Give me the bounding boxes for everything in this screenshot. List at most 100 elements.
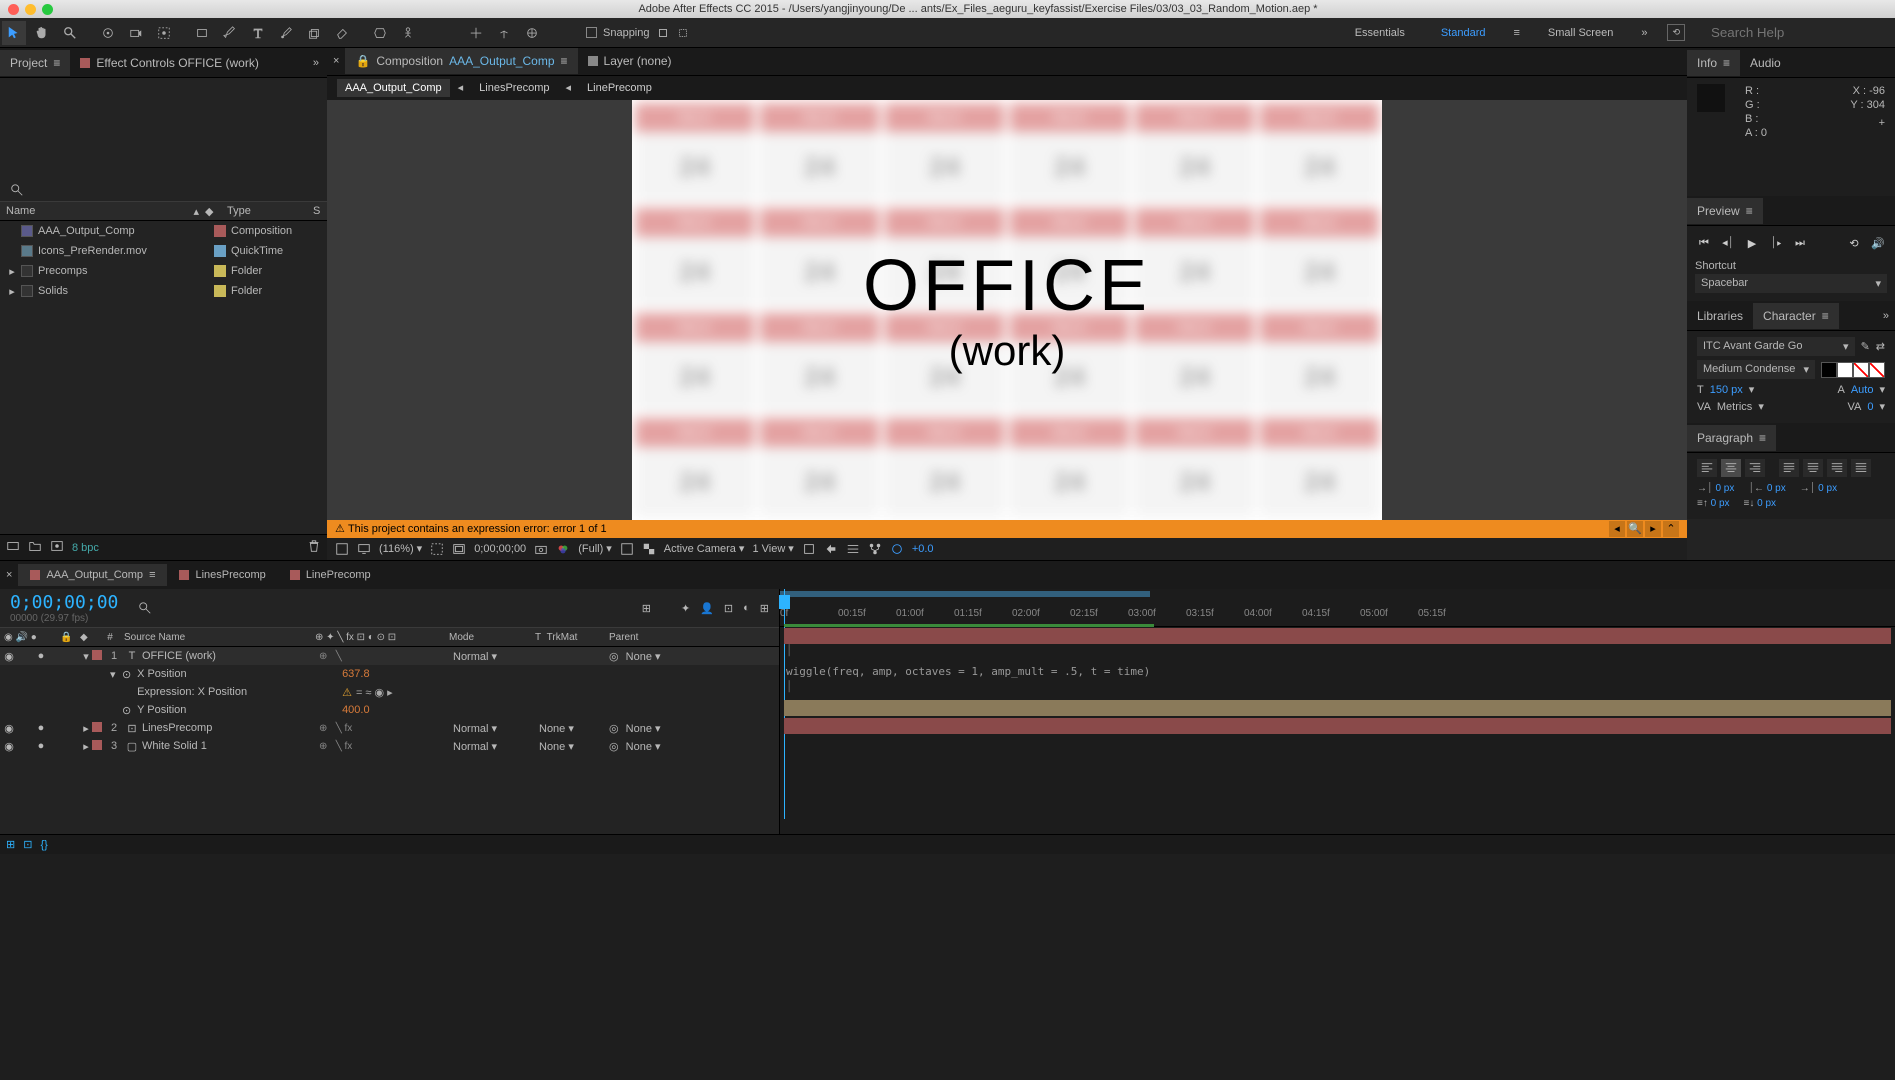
project-item[interactable]: ▸PrecompsFolder xyxy=(0,261,327,281)
roto-tool[interactable] xyxy=(368,21,392,45)
project-tab[interactable]: Project≡ xyxy=(0,50,70,76)
play-button[interactable]: ▶ xyxy=(1743,234,1761,252)
eyedropper-icon[interactable]: ✎ xyxy=(1861,340,1870,353)
axis-local-icon[interactable] xyxy=(464,21,488,45)
camera-dropdown[interactable]: Active Camera ▾ xyxy=(664,542,745,555)
preview-tab[interactable]: Preview ≡ xyxy=(1687,198,1763,224)
workspace-small[interactable]: Small Screen xyxy=(1540,23,1621,43)
zoom-tool[interactable] xyxy=(58,21,82,45)
last-frame-button[interactable]: ⏭ xyxy=(1791,234,1809,252)
mute-button[interactable]: 🔊 xyxy=(1869,234,1887,252)
panel-overflow-icon[interactable]: » xyxy=(1877,310,1895,322)
comp-new-icon[interactable] xyxy=(50,539,64,556)
pen-tool[interactable] xyxy=(218,21,242,45)
libraries-tab[interactable]: Libraries xyxy=(1687,303,1753,329)
tab-close-icon[interactable]: × xyxy=(327,55,345,67)
error-prev-button[interactable]: ◂ xyxy=(1609,521,1625,537)
axis-world-icon[interactable] xyxy=(492,21,516,45)
hand-tool[interactable] xyxy=(30,21,54,45)
swap-colors-icon[interactable]: ⇄ xyxy=(1876,340,1885,353)
align-right-button[interactable] xyxy=(1745,459,1765,477)
indent-first-value[interactable]: ⏐← 0 px xyxy=(1748,483,1785,494)
project-header[interactable]: Name▴ ◆ Type S xyxy=(0,201,327,221)
eraser-tool[interactable] xyxy=(330,21,354,45)
zoom-dropdown[interactable]: (116%) ▾ xyxy=(379,542,422,555)
work-area-bar[interactable] xyxy=(780,591,1150,597)
minimize-window-button[interactable] xyxy=(25,4,36,15)
layer-row[interactable]: ◉●▸3▢White Solid 1⊕ ╲ fxNormal ▾None ▾◎ … xyxy=(0,737,779,755)
justify-center-button[interactable] xyxy=(1803,459,1823,477)
composition-viewer[interactable]: March24March24March24March24March24March… xyxy=(327,100,1687,520)
leading-value[interactable]: Auto xyxy=(1851,384,1874,396)
orbit-tool[interactable] xyxy=(96,21,120,45)
snapping-toggle[interactable]: Snapping xyxy=(586,26,690,40)
next-frame-button[interactable]: ⏐▸ xyxy=(1767,234,1785,252)
font-size-value[interactable]: 150 px xyxy=(1710,384,1743,396)
composition-tab[interactable]: 🔒 Composition AAA_Output_Comp ≡ xyxy=(345,48,577,74)
layer-tab[interactable]: Layer (none) xyxy=(578,48,682,74)
sort-icon[interactable]: ▴ xyxy=(193,205,199,218)
frame-blend-icon[interactable]: ⊡ xyxy=(724,602,733,615)
align-left-button[interactable] xyxy=(1697,459,1717,477)
toggle-switches-icon[interactable]: ⊞ xyxy=(6,838,15,851)
project-item[interactable]: ▸SolidsFolder xyxy=(0,281,327,301)
font-style-dropdown[interactable]: Medium Condense▾ xyxy=(1697,360,1815,379)
timeline-tab[interactable]: AAA_Output_Comp ≡ xyxy=(18,564,167,586)
maximize-window-button[interactable] xyxy=(42,4,53,15)
graph-editor-icon[interactable]: ⊞ xyxy=(760,602,769,615)
info-tab[interactable]: Info ≡ xyxy=(1687,50,1740,76)
project-item[interactable]: AAA_Output_CompComposition xyxy=(0,221,327,241)
brush-tool[interactable] xyxy=(274,21,298,45)
error-close-button[interactable]: ⌃ xyxy=(1663,521,1679,537)
timeline-tab[interactable]: LinesPrecomp xyxy=(167,564,277,586)
kerning-value[interactable]: Metrics xyxy=(1717,401,1752,413)
exposure-value[interactable]: +0.0 xyxy=(912,543,934,555)
tracking-value[interactable]: 0 xyxy=(1867,401,1873,413)
channels-icon[interactable] xyxy=(556,542,570,556)
bpc-label[interactable]: 8 bpc xyxy=(72,542,99,554)
close-window-button[interactable] xyxy=(8,4,19,15)
workspace-standard[interactable]: Standard xyxy=(1433,23,1494,43)
camera-tool[interactable] xyxy=(124,21,148,45)
resolution-dropdown[interactable]: (Full) ▾ xyxy=(578,542,612,555)
breadcrumb-item[interactable]: AAA_Output_Comp xyxy=(337,79,450,97)
trash-icon[interactable] xyxy=(307,539,321,556)
space-before-value[interactable]: ≡↑ 0 px xyxy=(1697,498,1730,509)
workspace-overflow-icon[interactable]: » xyxy=(1641,27,1647,39)
snapshot-icon[interactable] xyxy=(534,542,548,556)
comp-mini-flowchart-icon[interactable]: ⊞ xyxy=(642,602,651,615)
current-time[interactable]: 0;00;00;00 xyxy=(10,592,118,613)
project-search-input[interactable] xyxy=(30,182,317,197)
alpha-toggle[interactable] xyxy=(335,542,349,556)
pixel-aspect-icon[interactable] xyxy=(802,542,816,556)
search-help-input[interactable] xyxy=(1711,25,1888,40)
indent-left-value[interactable]: →⏐ 0 px xyxy=(1697,483,1734,494)
pan-behind-tool[interactable] xyxy=(152,21,176,45)
selection-tool[interactable] xyxy=(2,21,26,45)
interpret-icon[interactable] xyxy=(6,539,20,556)
character-tab[interactable]: Character ≡ xyxy=(1753,303,1839,329)
timeline-icon[interactable] xyxy=(846,542,860,556)
breadcrumb-item[interactable]: LinesPrecomp xyxy=(471,79,557,97)
motion-blur-icon[interactable]: ◐ xyxy=(743,602,750,614)
clone-tool[interactable] xyxy=(302,21,326,45)
roi-icon[interactable] xyxy=(620,542,634,556)
draft3d-icon[interactable]: ✦ xyxy=(681,602,690,615)
fast-preview-icon[interactable] xyxy=(824,542,838,556)
justify-left-button[interactable] xyxy=(1779,459,1799,477)
layer-row[interactable]: ◉●▸2⊡LinesPrecomp⊕ ╲ fxNormal ▾None ▾◎ N… xyxy=(0,719,779,737)
hide-shy-icon[interactable]: 👤 xyxy=(700,602,714,615)
panel-overflow-icon[interactable]: » xyxy=(305,57,327,69)
display-icon[interactable] xyxy=(357,542,371,556)
tab-close-icon[interactable]: × xyxy=(0,569,18,581)
justify-right-button[interactable] xyxy=(1827,459,1847,477)
loop-button[interactable]: ⟲ xyxy=(1845,234,1863,252)
axis-view-icon[interactable] xyxy=(520,21,544,45)
layer-row[interactable]: ◉●▾1TOFFICE (work)⊕ ╲ Normal ▾◎ None ▾ xyxy=(0,647,779,665)
view-layout-dropdown[interactable]: 1 View ▾ xyxy=(752,542,793,555)
audio-tab[interactable]: Audio xyxy=(1740,50,1791,76)
workspace-essentials[interactable]: Essentials xyxy=(1347,23,1413,43)
rectangle-tool[interactable] xyxy=(190,21,214,45)
timecode-display[interactable]: 0;00;00;00 xyxy=(474,543,526,555)
font-family-dropdown[interactable]: ITC Avant Garde Go▾ xyxy=(1697,337,1855,356)
